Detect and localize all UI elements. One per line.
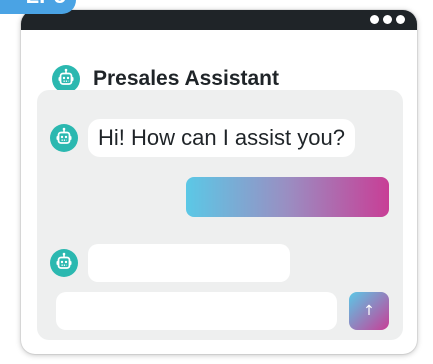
bot-message-bubble: Hi! How can I assist you? <box>88 119 355 157</box>
bot-message-row <box>50 244 290 282</box>
robot-icon <box>50 249 78 277</box>
message-input[interactable] <box>56 292 337 330</box>
chat-title: Presales Assistant <box>93 67 279 90</box>
chat-panel: Hi! How can I assist you? ↑ <box>37 90 403 340</box>
window-titlebar <box>21 10 417 30</box>
dot <box>396 15 405 24</box>
bot-message-bubble <box>88 244 290 282</box>
three-dots-icon[interactable] <box>370 15 405 24</box>
chat-window: Presales Assistant Hi! How can I assist … <box>21 10 417 354</box>
dot <box>383 15 392 24</box>
robot-icon <box>50 124 78 152</box>
arrow-up-icon: ↑ <box>363 303 375 319</box>
bot-message-row: Hi! How can I assist you? <box>50 119 355 157</box>
user-message-bubble <box>186 177 389 217</box>
dot <box>370 15 379 24</box>
corner-badge: LP5 <box>0 0 76 14</box>
robot-icon <box>52 65 80 93</box>
send-button[interactable]: ↑ <box>349 292 389 330</box>
